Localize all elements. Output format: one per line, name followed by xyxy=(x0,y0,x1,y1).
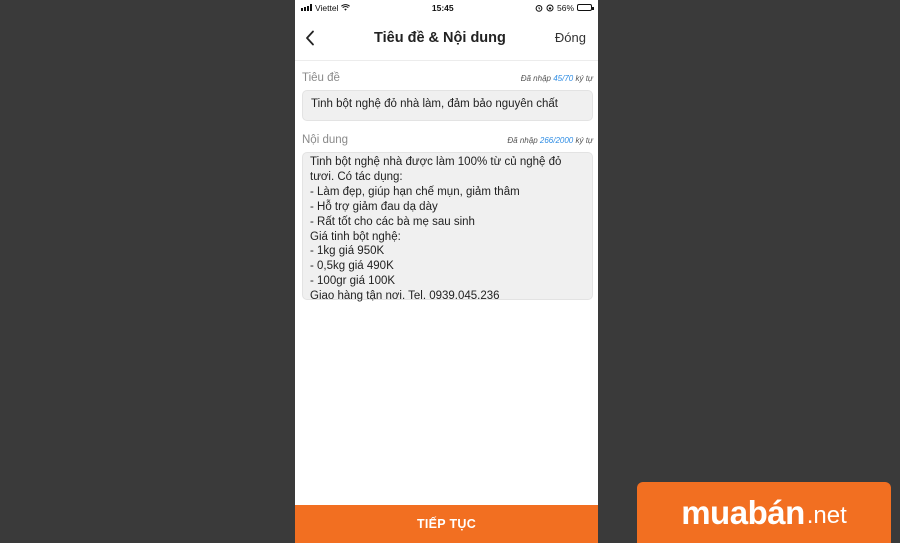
content-line: - 100gr giá 100K xyxy=(310,275,396,288)
alarm-icon xyxy=(535,4,543,12)
phone-screen: Viettel 15:45 56% Tiêu đề & Nội dung Đón… xyxy=(295,0,598,543)
carrier-name: Viettel xyxy=(315,2,339,13)
wifi-icon xyxy=(341,4,351,11)
counter-suffix: ký tự xyxy=(575,136,593,145)
content-line: Tinh bột nghệ nhà được làm 100% từ củ ng… xyxy=(310,156,562,168)
close-button[interactable]: Đóng xyxy=(555,30,586,45)
content-textarea[interactable]: Tinh bột nghệ nhà được làm 100% từ củ ng… xyxy=(302,152,593,302)
rotation-lock-icon xyxy=(546,3,554,12)
title-char-counter: Đã nhập 45/70 ký tự xyxy=(521,74,593,83)
counter-prefix: Đã nhập xyxy=(520,74,551,83)
nav-bar: Tiêu đề & Nội dung Đóng xyxy=(295,15,598,61)
status-bar: Viettel 15:45 56% xyxy=(295,0,598,15)
continue-button[interactable]: TIẾP TỤC xyxy=(295,505,598,543)
battery-icon xyxy=(577,4,594,11)
content-section: Nội dung Đã nhập 266/2000 ký tự Tinh bột… xyxy=(295,134,598,302)
content-line: - Hỗ trợ giảm đau dạ dày xyxy=(310,200,438,213)
signal-icon xyxy=(301,4,312,11)
counter-value: 45/70 xyxy=(553,74,574,83)
brand-name: muabán xyxy=(681,494,805,531)
counter-prefix: Đã nhập xyxy=(507,136,538,145)
page-title: Tiêu đề & Nội dung xyxy=(374,29,506,46)
battery-percent: 56% xyxy=(556,2,574,13)
brand-tld: .net xyxy=(806,502,847,529)
content-line: - Làm đẹp, giúp hạn chế mụn, giảm thâm xyxy=(310,185,520,198)
title-label: Tiêu đề xyxy=(302,72,340,84)
content-line: tươi. Có tác dụng: xyxy=(310,170,403,183)
content-char-counter: Đã nhập 266/2000 ký tự xyxy=(507,136,593,145)
content-line: - 1kg giá 950K xyxy=(310,245,385,258)
back-button[interactable] xyxy=(305,26,325,50)
counter-value: 266/2000 xyxy=(539,136,574,145)
title-section: Tiêu đề Đã nhập 45/70 ký tự Tinh bột ngh… xyxy=(295,72,598,121)
chevron-left-icon xyxy=(306,30,314,45)
content-line: - 0,5kg giá 490K xyxy=(310,260,394,273)
muaban-logo: muabán .net xyxy=(637,482,891,543)
status-time: 15:45 xyxy=(431,2,454,13)
counter-suffix: ký tự xyxy=(575,74,593,83)
content-line: - Rất tốt cho các bà mẹ sau sinh xyxy=(310,215,475,228)
title-input[interactable]: Tinh bột nghệ đỏ nhà làm, đảm bảo nguyên… xyxy=(302,90,593,121)
content-line: Giao hàng tận nơi. Tel. 0939.045.236 xyxy=(310,290,500,303)
content-line: Giá tinh bột nghệ: xyxy=(310,230,401,243)
content-label: Nội dung xyxy=(302,134,349,146)
